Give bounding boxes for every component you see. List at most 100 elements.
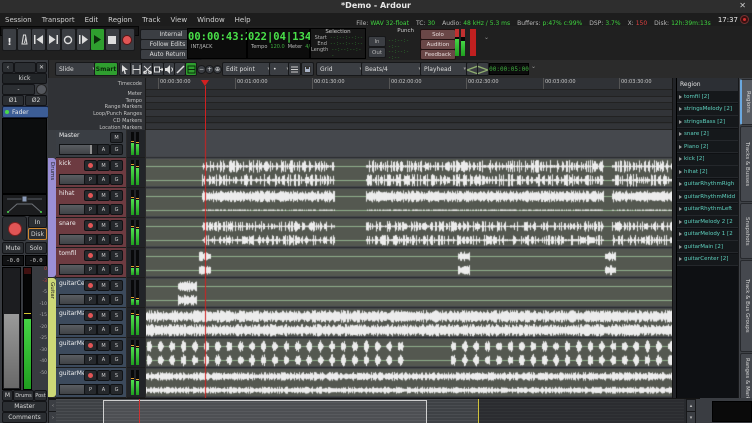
ruler-lane-meter[interactable]: Meter <box>128 91 142 97</box>
track-g-button[interactable]: G <box>110 294 123 305</box>
metronome-button[interactable] <box>17 28 32 51</box>
ruler-lane-range-markers[interactable]: Range Markers <box>105 104 142 110</box>
midi-panic-button[interactable]: ! <box>2 28 17 51</box>
input-button[interactable]: - <box>2 84 35 95</box>
track-header-master[interactable]: MasterMAG <box>56 130 126 158</box>
record-arm-button[interactable] <box>84 370 97 381</box>
gain-display[interactable]: -0.0 <box>2 255 24 266</box>
summary-pane[interactable]: ‹ › ▴ ▾ <box>48 398 700 423</box>
summary-zoom-out-button[interactable]: ▾ <box>686 411 696 423</box>
track-header-guitarmelody-1[interactable]: guitarMelody 1MSPAG <box>56 338 126 368</box>
disclosure-icon[interactable] <box>679 182 682 186</box>
solo-button[interactable]: S <box>110 310 123 321</box>
mute-button[interactable]: M <box>97 310 110 321</box>
track-a-button[interactable]: A <box>97 204 110 215</box>
solo-button[interactable]: S <box>110 370 123 381</box>
record-arm-button[interactable] <box>84 310 97 321</box>
track-g-button[interactable]: G <box>110 324 123 335</box>
play-selection-button[interactable] <box>76 28 91 51</box>
nudge-forward-button[interactable]: > <box>477 62 489 76</box>
mute-button[interactable]: M <box>110 132 123 143</box>
edit-point-dropdown[interactable]: Playhead▾ <box>420 62 470 76</box>
track-a-button[interactable]: A <box>97 294 110 305</box>
edit-tool-button[interactable] <box>185 62 197 76</box>
output-button[interactable]: Master <box>2 401 47 412</box>
track-p-button[interactable]: P <box>84 324 97 335</box>
record-arm-button[interactable] <box>84 190 97 201</box>
group-tab-guitar[interactable]: Guitar <box>48 278 56 397</box>
side-tab-track-bus-groups[interactable]: Track & Bus Groups <box>740 260 752 352</box>
zoom-fit-button[interactable]: ⊕ <box>213 65 222 74</box>
disclosure-icon[interactable] <box>679 145 682 149</box>
record-button[interactable] <box>120 28 135 51</box>
track-a-button[interactable]: A <box>97 174 110 185</box>
disclosure-icon[interactable] <box>679 245 682 249</box>
mute-button[interactable]: M <box>97 280 110 291</box>
solo-button[interactable]: S <box>110 190 123 201</box>
editor-canvas[interactable] <box>146 130 672 398</box>
disclosure-icon[interactable] <box>679 132 682 136</box>
track-g-button[interactable]: G <box>110 384 123 395</box>
track-name[interactable]: tomfil <box>59 250 76 257</box>
menu-transport[interactable]: Transport <box>37 16 80 24</box>
track-header-guitarmain[interactable]: guitarMainMSPAG <box>56 308 126 338</box>
record-arm-button[interactable] <box>84 280 97 291</box>
region-list-item[interactable]: kick [2] <box>677 154 739 166</box>
track-p-button[interactable]: P <box>84 294 97 305</box>
mute-button[interactable]: M <box>97 250 110 261</box>
menu-window[interactable]: Window <box>192 16 230 24</box>
track-name[interactable]: Master <box>59 132 80 139</box>
meter-point-button[interactable]: M <box>2 390 13 401</box>
mute-button[interactable]: M <box>97 220 110 231</box>
track-g-button[interactable]: G <box>110 174 123 185</box>
solo-button[interactable]: S <box>110 250 123 261</box>
save-view-icon-button[interactable] <box>301 62 314 76</box>
disclosure-icon[interactable] <box>679 195 682 199</box>
solo-button[interactable]: S <box>110 280 123 291</box>
play-button[interactable] <box>90 28 105 51</box>
summary-overview[interactable] <box>56 399 684 423</box>
track-p-button[interactable]: P <box>84 204 97 215</box>
chevron-down-icon[interactable]: ⌄ <box>531 63 536 70</box>
track-a-button[interactable]: A <box>97 144 110 155</box>
track-header-guitarmelody-2[interactable]: guitarMelody 2MSPAG <box>56 368 126 398</box>
track-p-button[interactable]: P <box>84 174 97 185</box>
disclosure-icon[interactable] <box>679 220 682 224</box>
secondary-clock[interactable]: 022|04|1341 Tempo 120.0 Meter 4/4 <box>247 28 310 59</box>
strip-close-icon[interactable]: ✕ <box>36 62 47 73</box>
processor-fader-entry[interactable]: Fader <box>2 106 49 118</box>
disclosure-icon[interactable] <box>679 170 682 174</box>
mute-button[interactable]: M <box>97 190 110 201</box>
ruler-lane[interactable] <box>146 90 672 97</box>
menu-region[interactable]: Region <box>103 16 137 24</box>
mute-button[interactable]: M <box>97 370 110 381</box>
track-name[interactable]: kick <box>59 160 71 167</box>
ruler-lane[interactable] <box>146 117 672 124</box>
side-tab-tracks-busses[interactable]: Tracks & Busses <box>740 126 752 202</box>
region-list-item[interactable]: guitarRhythmMidd <box>677 191 739 203</box>
region-list-item[interactable]: guitarMelody 2 [2 <box>677 216 739 228</box>
region-list-item[interactable]: stringsMelody [2] <box>677 104 739 116</box>
summary-view-rectangle[interactable] <box>103 400 427 423</box>
track-p-button[interactable]: P <box>84 384 97 395</box>
record-arm-button[interactable] <box>84 160 97 171</box>
ruler-lane-loop-punch-ranges[interactable]: Loop/Punch Ranges <box>93 111 142 117</box>
ruler-lane[interactable] <box>146 97 672 104</box>
stop-button[interactable] <box>105 28 120 51</box>
region-list-item[interactable]: tomfil [2] <box>677 91 739 103</box>
region-list-item[interactable]: guitarRhythmLeft <box>677 204 739 216</box>
track-g-button[interactable]: G <box>110 204 123 215</box>
peak-display[interactable]: -0.0 <box>25 255 47 266</box>
meter-pos-button[interactable]: Post <box>34 390 47 401</box>
mute-button[interactable]: Mute <box>2 242 24 254</box>
side-tab-regions[interactable]: Regions <box>740 79 752 125</box>
track-header-kick[interactable]: kickMSPAG <box>56 158 126 188</box>
region-list-item[interactable]: snare [2] <box>677 129 739 141</box>
track-name[interactable]: snare <box>59 220 76 227</box>
track-a-button[interactable]: A <box>97 234 110 245</box>
track-g-button[interactable]: G <box>110 234 123 245</box>
strip-menu-button[interactable] <box>14 62 36 73</box>
edit-mode-dropdown[interactable]: Slide▾ <box>55 62 99 76</box>
grid-mode-dropdown[interactable]: Grid▾ <box>316 62 366 76</box>
feedback-button[interactable]: Feedback <box>420 49 456 60</box>
